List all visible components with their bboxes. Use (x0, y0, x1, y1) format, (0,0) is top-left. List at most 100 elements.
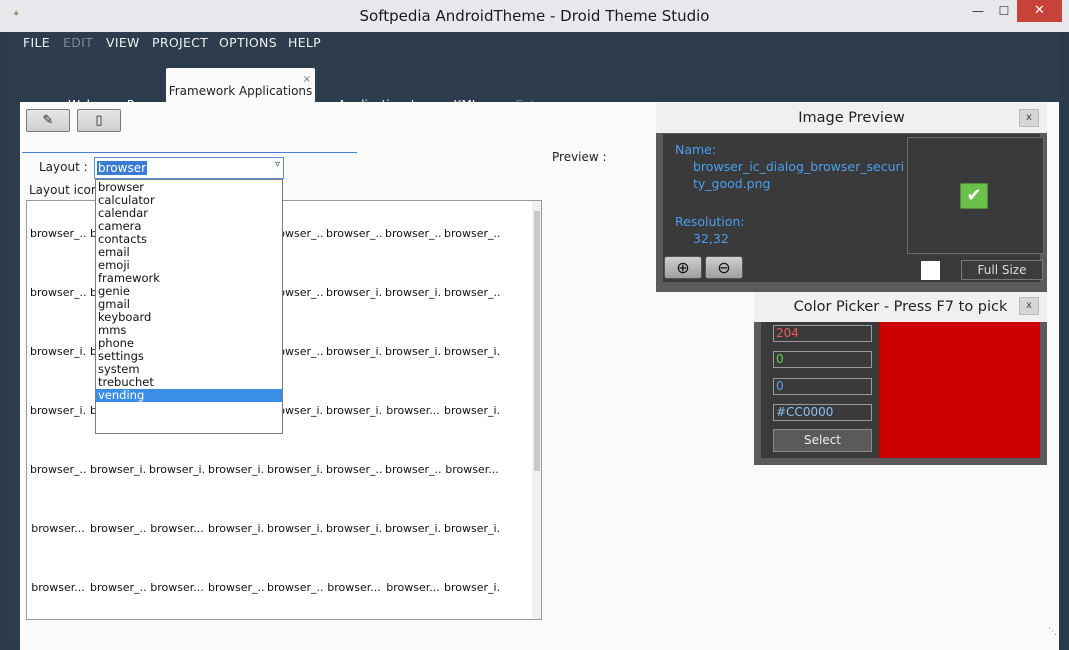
layout-icon-cell[interactable]: browser_... (30, 207, 86, 262)
layout-icon-cell[interactable]: browser_i... (444, 325, 500, 380)
menu-help[interactable]: HELP (288, 35, 321, 50)
layout-icon-cell[interactable]: browser_i... (444, 384, 500, 439)
layout-icon-thumbnail-icon (288, 211, 302, 225)
layout-icon-cell[interactable]: browser_i... (326, 384, 382, 439)
full-size-button[interactable]: Full Size (961, 260, 1043, 280)
layout-icon-cell[interactable]: browser_i... (30, 384, 86, 439)
layout-icon-thumbnail-icon (111, 506, 125, 520)
zoom-out-button[interactable]: ⊖ (705, 256, 743, 279)
layout-icon-caption: browser_... (444, 227, 500, 240)
layout-icon-cell[interactable]: browser_i... (385, 266, 441, 321)
chevron-down-icon: ▿ (274, 159, 280, 170)
color-picker-close-button[interactable]: x (1019, 297, 1039, 315)
close-window-button[interactable]: ✕ (1017, 0, 1062, 22)
layout-icon-cell[interactable]: browser... (326, 561, 382, 616)
preview-thumbnail: ✔ (907, 137, 1044, 254)
green-input[interactable]: 0 (773, 351, 872, 368)
layout-icon-cell[interactable]: browser... (149, 561, 205, 616)
layout-icon-cell[interactable]: browser_... (326, 443, 382, 498)
color-picker-title: Color Picker - Press F7 to pick (754, 292, 1047, 322)
layout-select[interactable]: browser ▿ (94, 157, 284, 179)
layout-icon-cell[interactable]: browser_i... (267, 502, 323, 557)
layout-icon-cell[interactable]: browser_i... (326, 266, 382, 321)
tab-close-icon[interactable]: × (303, 74, 311, 86)
layout-icon-cell[interactable]: browser... (444, 443, 500, 498)
layout-icon-thumbnail-icon (288, 447, 302, 461)
layout-icon-cell[interactable]: browser... (30, 561, 86, 616)
layout-icon-cell[interactable]: browser... (385, 561, 441, 616)
layout-icon-cell[interactable]: browser_i... (326, 325, 382, 380)
layout-icon-cell[interactable]: browser_i... (267, 443, 323, 498)
layout-icon-cell[interactable]: browser_... (444, 207, 500, 262)
scrollbar-thumb[interactable] (534, 211, 540, 471)
layout-icon-cell[interactable]: browser_... (30, 266, 86, 321)
layout-icon-thumbnail-icon (51, 211, 65, 225)
minimize-button[interactable]: — (965, 0, 991, 22)
layout-icon-cell[interactable]: browser_i... (385, 325, 441, 380)
layout-icon-thumbnail-icon (170, 506, 184, 520)
blue-input[interactable]: 0 (773, 378, 872, 395)
layout-icon-cell[interactable]: browser_... (90, 502, 146, 557)
red-input[interactable]: 204 (773, 325, 872, 342)
layout-icon-caption: browser... (150, 581, 204, 594)
image-preview-close-button[interactable]: x (1019, 109, 1039, 127)
select-button[interactable]: Select (773, 429, 872, 452)
layout-icon-thumbnail-icon (51, 447, 65, 461)
layout-icon-cell[interactable]: browser_... (267, 561, 323, 616)
menu-options[interactable]: OPTIONS (219, 35, 277, 50)
maximize-button[interactable]: ☐ (991, 0, 1017, 22)
layout-icon-cell[interactable]: browser_i... (30, 325, 86, 380)
layout-icon-cell[interactable]: browser... (149, 502, 205, 557)
layout-icon-cell[interactable]: browser_i... (326, 502, 382, 557)
menu-view[interactable]: VIEW (106, 35, 140, 50)
layout-icon-thumbnail-icon (347, 447, 361, 461)
zoom-in-button[interactable]: ⊕ (664, 256, 702, 279)
menu-file[interactable]: FILE (23, 35, 50, 50)
menu-edit[interactable]: EDIT (63, 35, 93, 50)
new-file-button[interactable]: ▯ (77, 109, 121, 132)
layout-icon-cell[interactable]: browser_i... (90, 443, 146, 498)
layout-icon-cell[interactable]: browser_... (444, 266, 500, 321)
layout-icon-caption: browser_i... (444, 345, 500, 358)
layout-icon-cell[interactable]: browser_i... (208, 502, 264, 557)
menu-project[interactable]: PROJECT (152, 35, 208, 50)
background-color-swatch[interactable] (921, 261, 940, 280)
layout-icon-cell[interactable]: browser_i... (444, 502, 500, 557)
layout-icon-thumbnail-icon (229, 447, 243, 461)
layout-icon-cell[interactable]: browser_... (208, 561, 264, 616)
layout-icon-caption: browser... (31, 581, 85, 594)
layout-icon-cell[interactable]: browser_... (385, 207, 441, 262)
layout-icon-caption: browser... (31, 522, 85, 535)
image-preview-content: Name: browser_ic_dialog_browser_securi t… (663, 134, 1044, 282)
layout-icon-caption: browser_i... (444, 581, 500, 594)
layout-option[interactable]: vending (96, 389, 282, 402)
layout-icon-caption: browser_i... (326, 286, 382, 299)
layout-icon-cell[interactable]: browser_... (385, 443, 441, 498)
hex-input[interactable]: #CC0000 (773, 404, 872, 421)
resize-grip-icon[interactable]: ⋱ (1048, 627, 1058, 637)
layout-icon-caption: browser... (327, 581, 381, 594)
grid-scrollbar[interactable] (532, 201, 541, 619)
layout-icon-cell[interactable]: browser_i... (208, 443, 264, 498)
layout-icon-cell[interactable]: browser... (385, 384, 441, 439)
layout-icon-caption: browser_i... (149, 463, 205, 476)
layout-icon-thumbnail-icon (406, 506, 420, 520)
layout-icon-cell[interactable]: browser_... (30, 443, 86, 498)
layout-icon-thumbnail-icon (170, 565, 184, 579)
layout-icon-caption: browser_... (208, 581, 264, 594)
layout-icon-caption: browser... (386, 581, 440, 594)
layout-icon-thumbnail-icon (465, 329, 479, 343)
layout-icon-cell[interactable]: browser_... (90, 561, 146, 616)
layout-icon-cell[interactable]: browser_i... (385, 502, 441, 557)
layout-icon-thumbnail-icon (406, 270, 420, 284)
layout-icon-thumbnail-icon (465, 211, 479, 225)
layout-icon-cell[interactable]: browser_i... (444, 561, 500, 616)
tab-framework-applications[interactable]: Framework Applications × (166, 68, 315, 104)
layout-icon-cell[interactable]: browser_i... (149, 443, 205, 498)
layout-icon-thumbnail-icon (229, 506, 243, 520)
layout-icon-cell[interactable]: browser_... (326, 207, 382, 262)
layout-label: Layout : (39, 160, 88, 174)
edit-button[interactable]: ✎ (26, 109, 70, 132)
layout-icon-cell[interactable]: browser... (30, 502, 86, 557)
layout-icon-thumbnail-icon (465, 388, 479, 402)
